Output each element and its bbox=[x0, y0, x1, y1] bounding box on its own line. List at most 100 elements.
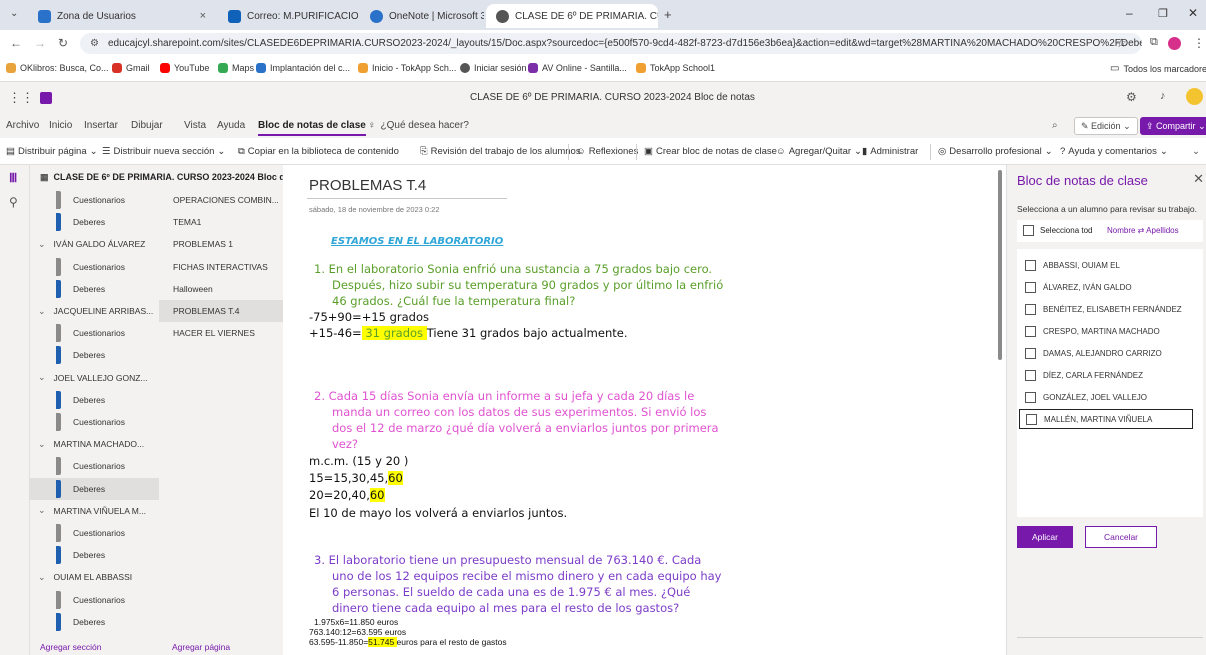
reload-icon[interactable]: ↻ bbox=[58, 36, 68, 50]
page-item[interactable]: Halloween bbox=[159, 278, 283, 300]
document-title[interactable]: CLASE DE 6º DE PRIMARIA. CURSO 2023-2024… bbox=[470, 92, 755, 103]
search-icon[interactable]: ⚲ bbox=[9, 195, 18, 209]
section-item[interactable]: Deberes bbox=[30, 344, 159, 366]
bookmark-item[interactable]: YouTube bbox=[160, 63, 209, 73]
all-bookmarks[interactable]: ▭ Todos los marcadores bbox=[1110, 63, 1206, 74]
reflections-button[interactable]: ☺ Reflexiones bbox=[576, 146, 638, 157]
section-item[interactable]: Deberes bbox=[30, 611, 159, 633]
notebook-selector[interactable]: ▦ CLASE DE 6º DE PRIMARIA. CURSO 2023-20… bbox=[30, 165, 305, 189]
ribbon-expand-chevron-icon[interactable]: ⌄ bbox=[1192, 146, 1200, 157]
answer-2-line[interactable]: 15=15,30,45,60 bbox=[309, 471, 403, 485]
add-remove-button[interactable]: ☺ Agregar/Quitar ⌄ bbox=[776, 146, 862, 157]
problem-2-line[interactable]: vez? bbox=[332, 437, 358, 451]
chevron-down-icon[interactable]: ⌄ bbox=[38, 372, 46, 383]
bookmark-item[interactable]: Iniciar sesión bbox=[460, 63, 527, 73]
bookmark-item[interactable]: Gmail bbox=[112, 63, 150, 73]
problem-3-line[interactable]: 3. El laboratorio tiene un presupuesto m… bbox=[314, 553, 701, 567]
restore-icon[interactable]: ❐ bbox=[1158, 7, 1168, 20]
answer-2-line[interactable]: El 10 de mayo los volverá a enviarlos ju… bbox=[309, 506, 567, 520]
section-item[interactable]: Cuestionarios bbox=[30, 589, 159, 611]
settings-gear-icon[interactable]: ⚙ bbox=[1126, 90, 1137, 104]
new-tab-button[interactable]: + bbox=[664, 7, 672, 22]
add-section-button[interactable]: Agregar sección bbox=[40, 642, 101, 652]
user-avatar[interactable] bbox=[1186, 88, 1203, 105]
section-item[interactable]: Deberes bbox=[30, 211, 159, 233]
chevron-down-icon[interactable]: ⌄ bbox=[38, 239, 46, 250]
app-launcher-icon[interactable]: ⋮⋮ bbox=[8, 90, 34, 106]
section-heading[interactable]: ESTAMOS EN EL LABORATORIO bbox=[331, 236, 503, 247]
problem-2-line[interactable]: dos el 12 de marzo ¿qué día volverá a en… bbox=[332, 421, 719, 435]
manage-button[interactable]: ▮ Administrar bbox=[862, 146, 918, 157]
problem-1-line[interactable]: Después, hizo subir su temperatura 90 gr… bbox=[332, 278, 723, 292]
tab-bloc-de-notas-de-clase[interactable]: Bloc de notas de clase bbox=[258, 120, 366, 136]
student-checkbox-item[interactable]: CRESPO, MARTINA MACHADO bbox=[1019, 321, 1193, 341]
student-checkbox-item[interactable]: DÍEZ, CARLA FERNÁNDEZ bbox=[1019, 365, 1193, 385]
section-item[interactable]: Deberes bbox=[30, 389, 159, 411]
copy-to-library-button[interactable]: ⧉ Copiar en la biblioteca de contenido bbox=[238, 146, 399, 157]
extensions-icon[interactable]: ⧉ bbox=[1150, 36, 1158, 49]
notifications-bell-icon[interactable]: ♪ bbox=[1160, 90, 1166, 102]
tab-list-chevron-icon[interactable]: ⌄ bbox=[10, 8, 18, 19]
problem-3-line[interactable]: dinero tiene cada equipo al mes para el … bbox=[332, 601, 679, 615]
chevron-down-icon[interactable]: ⌄ bbox=[38, 505, 46, 516]
bookmark-star-icon[interactable]: ☆ bbox=[1116, 36, 1127, 50]
student-checkbox-item[interactable]: ABBASSI, OUIAM EL bbox=[1019, 255, 1193, 275]
bookmark-item[interactable]: TokApp School1 bbox=[636, 63, 715, 73]
share-button[interactable]: ⇪ Compartir ⌄ bbox=[1140, 117, 1206, 135]
problem-3-line[interactable]: 6 personas. El sueldo de cada una es de … bbox=[332, 585, 690, 599]
section-item[interactable]: Cuestionarios bbox=[30, 411, 159, 433]
problem-1-line[interactable]: 1. En el laboratorio Sonia enfrió una su… bbox=[314, 262, 712, 276]
problem-1-line[interactable]: 46 grados. ¿Cuál fue la temperatura fina… bbox=[332, 294, 575, 308]
apply-button[interactable]: Aplicar bbox=[1017, 526, 1073, 548]
tab-inicio[interactable]: Inicio bbox=[49, 120, 72, 131]
section-item[interactable]: Cuestionarios bbox=[30, 322, 159, 344]
section-group[interactable]: ⌄ IVÁN GALDO ÁLVAREZ bbox=[30, 233, 159, 255]
site-info-icon[interactable]: ⚙ bbox=[90, 33, 99, 54]
cancel-button[interactable]: Cancelar bbox=[1085, 526, 1157, 548]
url-field[interactable]: ⚙ educajcyl.sharepoint.com/sites/CLASEDE… bbox=[80, 33, 1142, 54]
section-item[interactable]: Cuestionarios bbox=[30, 455, 159, 477]
bookmark-item[interactable]: AV Online - Santilla... bbox=[528, 63, 627, 73]
section-group[interactable]: ⌄ JOEL VALLEJO GONZ... bbox=[30, 367, 159, 389]
section-group[interactable]: ⌄ MARTINA MACHADO... bbox=[30, 433, 159, 455]
browser-tab-4-active[interactable]: CLASE DE 6º DE PRIMARIA. CU × bbox=[486, 4, 658, 28]
browser-tab-2[interactable]: Correo: M.PURIFICACION BUR × bbox=[218, 4, 358, 28]
chevron-down-icon[interactable]: ⌄ bbox=[38, 439, 46, 450]
tab-archivo[interactable]: Archivo bbox=[6, 120, 39, 131]
distribute-page-button[interactable]: ▤ Distribuir página ⌄ bbox=[6, 146, 98, 157]
chevron-down-icon[interactable]: ⌄ bbox=[38, 306, 46, 317]
student-checkbox-item[interactable]: GONZÁLEZ, JOEL VALLEJO bbox=[1019, 387, 1193, 407]
bookmark-item[interactable]: Implantación del c... bbox=[256, 63, 350, 73]
distribute-section-button[interactable]: ☰ Distribuir nueva sección ⌄ bbox=[102, 146, 225, 157]
page-item[interactable]: PROBLEMAS T.4 bbox=[159, 300, 283, 322]
page-scrollbar[interactable] bbox=[998, 170, 1002, 360]
tab-dibujar[interactable]: Dibujar bbox=[131, 120, 163, 131]
profile-avatar[interactable] bbox=[1168, 37, 1181, 50]
problem-3-line[interactable]: uno de los 12 equipos recibe el mismo di… bbox=[332, 569, 721, 583]
answer-3-line[interactable]: 1.975x6=11.850 euros bbox=[314, 617, 398, 627]
close-icon[interactable]: ✕ bbox=[1193, 171, 1204, 187]
page-item[interactable]: HACER EL VIERNES bbox=[159, 322, 283, 344]
bookmark-item[interactable]: OKlibros: Busca, Co... bbox=[6, 63, 109, 73]
problem-2-line[interactable]: manda un correo con los datos de sus exp… bbox=[332, 405, 706, 419]
student-checkbox-item[interactable]: DAMAS, ALEJANDRO CARRIZO bbox=[1019, 343, 1193, 363]
forward-icon[interactable]: → bbox=[34, 36, 46, 50]
section-item[interactable]: Cuestionarios bbox=[30, 189, 159, 211]
answer-2-line[interactable]: m.c.m. (15 y 20 ) bbox=[309, 454, 408, 468]
create-class-notebook-button[interactable]: ▣ Crear bloc de notas de clase bbox=[644, 146, 777, 157]
answer-2-line[interactable]: 20=20,40,60 bbox=[309, 488, 385, 502]
browser-tab-1[interactable]: Zona de Usuarios × bbox=[28, 4, 216, 28]
close-tab-icon[interactable]: × bbox=[200, 10, 206, 22]
page-item[interactable]: OPERACIONES COMBIN... bbox=[159, 189, 283, 211]
answer-3-line[interactable]: 763.140:12=63.595 euros bbox=[309, 627, 406, 637]
section-item[interactable]: Deberes bbox=[30, 544, 159, 566]
select-all-checkbox[interactable]: Selecciona tod bbox=[1023, 225, 1092, 236]
bookmark-item[interactable]: Maps bbox=[218, 63, 254, 73]
sort-toggle[interactable]: Nombre ⇄ Apellidos bbox=[1107, 226, 1179, 235]
answer-1-line[interactable]: -75+90=+15 grados bbox=[309, 310, 429, 324]
help-feedback-button[interactable]: ? Ayuda y comentarios ⌄ bbox=[1060, 146, 1168, 157]
review-student-work-button[interactable]: ⎘ Revisión del trabajo de los alumnos bbox=[420, 146, 581, 157]
bookmark-item[interactable]: Inicio - TokApp Sch... bbox=[358, 63, 456, 73]
section-group[interactable]: ⌄ OUIAM EL ABBASSI bbox=[30, 566, 159, 588]
page-item[interactable]: PROBLEMAS 1 bbox=[159, 233, 283, 255]
